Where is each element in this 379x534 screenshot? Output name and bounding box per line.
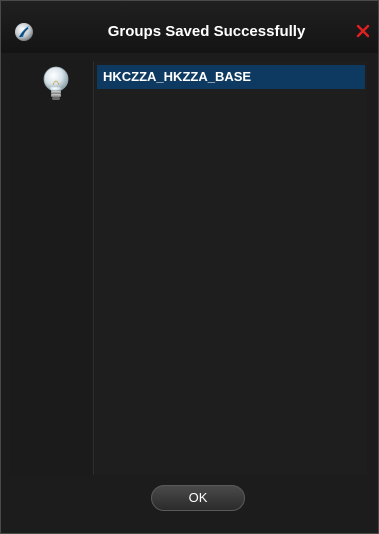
lightbulb-icon <box>43 66 69 100</box>
groups-saved-dialog: Groups Saved Successfully HKCZZA_HKZZA_B <box>0 0 379 534</box>
icon-panel <box>10 61 94 475</box>
title-bar[interactable]: Groups Saved Successfully <box>1 1 378 53</box>
list-item[interactable]: HKCZZA_HKZZA_BASE <box>97 65 365 89</box>
close-icon[interactable] <box>351 19 375 43</box>
groups-list[interactable]: HKCZZA_HKZZA_BASE <box>95 61 367 475</box>
dialog-title: Groups Saved Successfully <box>107 23 306 40</box>
ok-button[interactable]: OK <box>151 485 245 511</box>
